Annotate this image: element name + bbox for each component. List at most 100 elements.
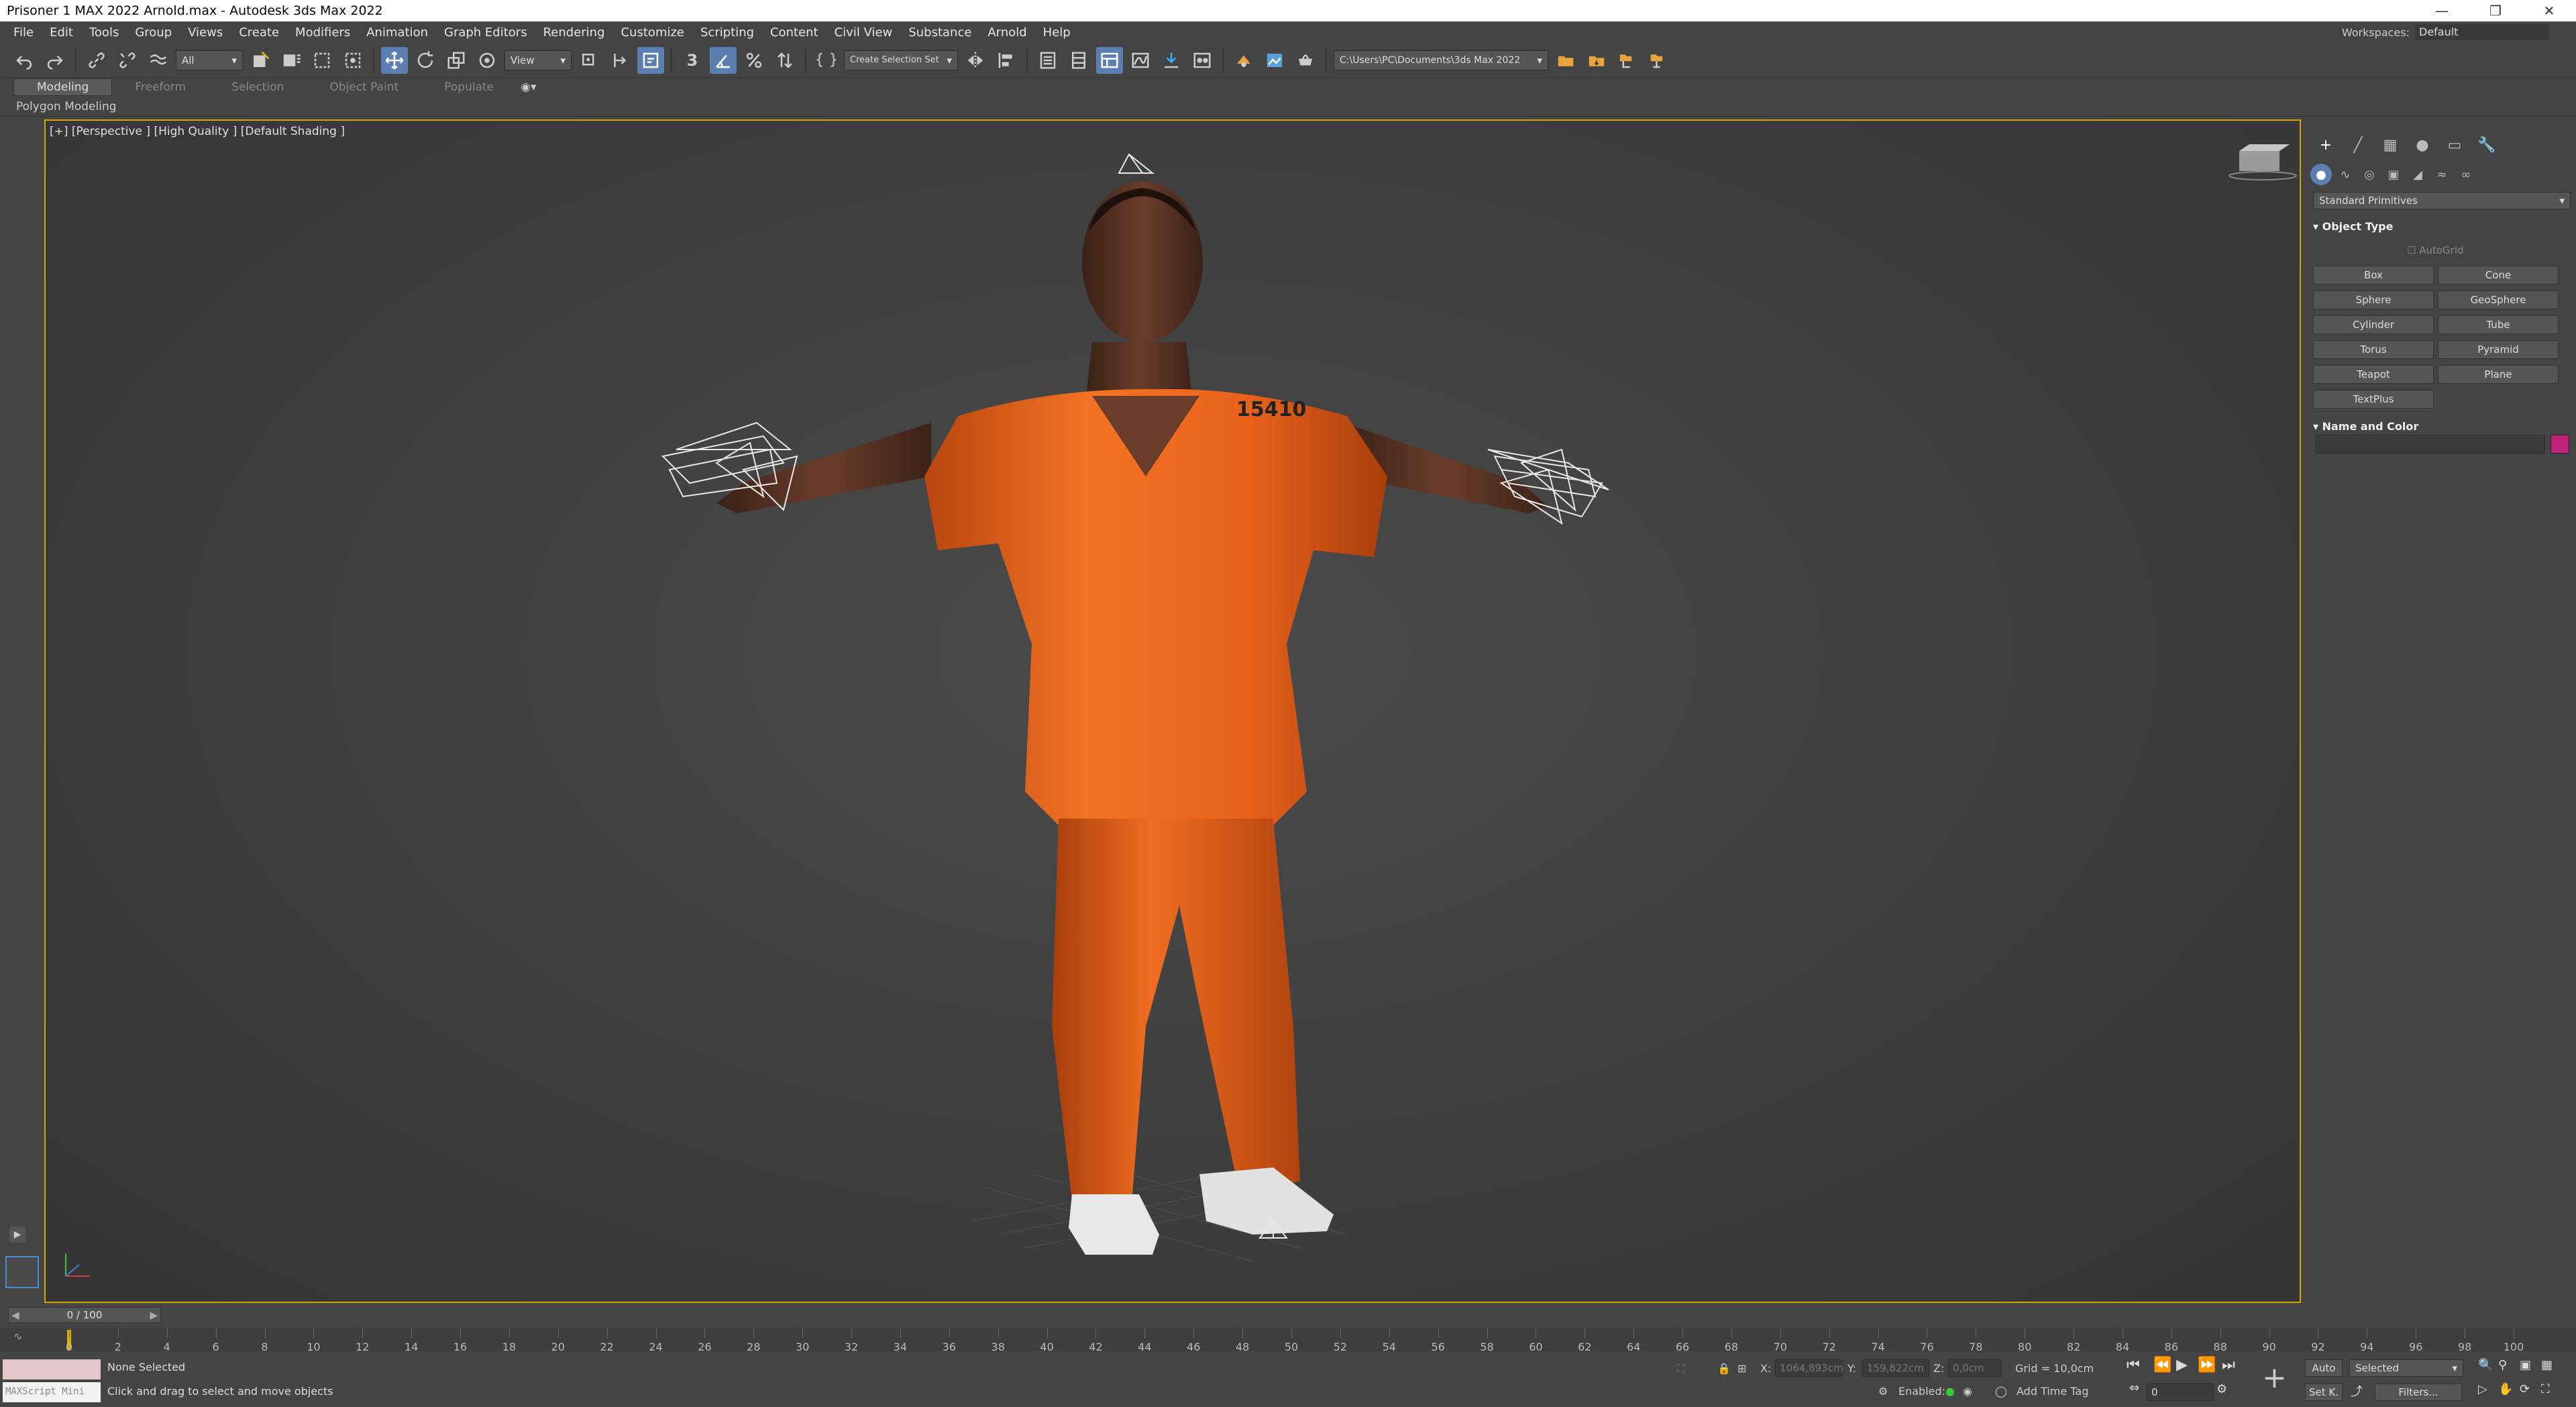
object-type-rollout-header[interactable]: ▾ Object Type [2313, 220, 2393, 233]
cameras-icon[interactable]: ▣ [2383, 164, 2404, 185]
link-icon[interactable] [83, 47, 110, 74]
mirror-icon[interactable] [962, 47, 989, 74]
angle-snap-icon[interactable] [710, 46, 737, 74]
redo-icon[interactable] [42, 47, 68, 74]
align-icon[interactable] [993, 47, 1020, 74]
pan-view-icon[interactable]: ✋ [2498, 1382, 2513, 1396]
teapot-button[interactable]: Teapot [2313, 365, 2434, 384]
toggle-ribbon-icon[interactable] [1096, 46, 1123, 74]
select-manipulate-icon[interactable] [606, 47, 633, 74]
material-editor-icon[interactable] [1189, 47, 1216, 74]
edit-named-selection-icon[interactable]: { } [813, 47, 840, 74]
render-setup-icon[interactable] [1230, 47, 1257, 74]
spinner-snap-icon[interactable] [771, 47, 798, 74]
menu-tools[interactable]: Tools [81, 25, 127, 40]
torus-button[interactable]: Torus [2313, 340, 2434, 359]
primitive-type-dropdown[interactable]: Standard Primitives ▾ [2313, 192, 2571, 209]
object-name-field[interactable] [2316, 435, 2545, 454]
menu-animation[interactable]: Animation [358, 25, 436, 40]
play-icon[interactable]: ▶ [2176, 1357, 2188, 1373]
track-bar[interactable]: ∿ 0 2 4 6 8 10 12 14 16 18 20 22 24 26 28 30 32 34 36 38 40 4… [0, 1328, 2576, 1353]
autogrid-checkbox[interactable]: ☐ AutoGrid [2407, 244, 2464, 256]
current-frame-field[interactable]: 0 [2147, 1384, 2214, 1401]
menu-customize[interactable]: Customize [613, 25, 692, 40]
curve-editor-icon[interactable] [1127, 47, 1154, 74]
menu-edit[interactable]: Edit [42, 25, 81, 40]
add-time-tag[interactable]: Add Time Tag [2017, 1385, 2088, 1398]
menu-scripting[interactable]: Scripting [692, 25, 762, 40]
pivot-center-icon[interactable] [576, 47, 602, 74]
menu-create[interactable]: Create [231, 25, 287, 40]
zoom-extents-icon[interactable]: ▣ [2520, 1358, 2531, 1372]
menu-views[interactable]: Views [180, 25, 231, 40]
menu-graph-editors[interactable]: Graph Editors [436, 25, 535, 40]
time-slider-next-icon[interactable]: ▶ [150, 1308, 158, 1322]
ribbon-options-icon[interactable]: ◉▾ [517, 79, 540, 95]
utilities-icon[interactable]: 🔧 [2474, 133, 2500, 157]
rendered-frame-window-icon[interactable] [1261, 47, 1288, 74]
snaps-toggle-icon[interactable]: 3 [679, 47, 706, 74]
layer-explorer-icon[interactable] [1065, 47, 1092, 74]
motion-icon[interactable]: ● [2410, 133, 2435, 157]
previous-frame-icon[interactable]: ⏪ [2153, 1357, 2171, 1373]
hierarchy-icon[interactable]: ▦ [2377, 133, 2403, 157]
tab-modeling[interactable]: Modeling [13, 79, 113, 96]
key-tangents-icon[interactable]: ⤴ [2351, 1382, 2363, 1400]
y-coordinate-field[interactable]: 159,822cm [1862, 1359, 1929, 1377]
field-of-view-icon[interactable]: ▷ [2478, 1382, 2487, 1396]
key-mode-toggle-icon[interactable]: ⇔ [2129, 1381, 2139, 1395]
filters-button[interactable]: Filters... [2375, 1384, 2462, 1401]
lights-icon[interactable]: ◎ [2359, 164, 2380, 185]
tab-freeform[interactable]: Freeform [112, 79, 209, 95]
set-key-button[interactable]: Set K. [2305, 1384, 2343, 1401]
time-configuration-icon[interactable]: ⚙ [2216, 1382, 2227, 1396]
open-mini-curve-editor-icon[interactable]: ∿ [13, 1330, 40, 1349]
time-tag-icon[interactable]: ◯ [1995, 1385, 2007, 1398]
reference-coordinate-dropdown[interactable]: View ▾ [504, 50, 572, 70]
project-folder-dropdown[interactable]: C:\Users\PC\Documents\3ds Max 2022 ▾ [1334, 50, 1548, 70]
create-icon[interactable]: + [2313, 133, 2339, 157]
next-frame-icon[interactable]: ⏩ [2198, 1357, 2216, 1373]
menu-civil-view[interactable]: Civil View [826, 25, 901, 40]
time-slider-prev-icon[interactable]: ◀ [11, 1308, 19, 1322]
go-to-end-icon[interactable]: ⏭ [2222, 1357, 2235, 1373]
maxscript-mini-input[interactable]: MAXScript Mini [3, 1382, 101, 1402]
isolate-selection-icon[interactable]: ⛶ [1677, 1362, 1684, 1375]
selection-lock-icon[interactable]: 🔒 [1717, 1362, 1731, 1375]
tab-selection[interactable]: Selection [209, 79, 307, 95]
tab-populate[interactable]: Populate [421, 79, 517, 95]
named-selection-set-dropdown[interactable]: Create Selection Set ▾ [844, 50, 958, 70]
cone-button[interactable]: Cone [2438, 266, 2559, 284]
z-coordinate-field[interactable]: 0,0cm [1948, 1359, 2002, 1377]
folder-tree-icon[interactable] [1614, 47, 1641, 74]
cylinder-button[interactable]: Cylinder [2313, 315, 2434, 334]
menu-modifiers[interactable]: Modifiers [287, 25, 358, 40]
zoom-all-icon[interactable]: ⚲ [2498, 1358, 2507, 1372]
maxscript-listener[interactable]: MAXScript Mini [3, 1359, 101, 1404]
shapes-icon[interactable]: ∿ [2334, 164, 2356, 185]
prisoner-character[interactable]: 15410 [716, 181, 1548, 1255]
viewport-layout-thumbnail[interactable] [5, 1256, 39, 1288]
bind-spacewarp-icon[interactable] [145, 47, 172, 74]
polygon-modeling-panel-label[interactable]: Polygon Modeling [16, 100, 117, 113]
time-slider[interactable]: ◀ 0 / 100 ▶ [8, 1307, 161, 1323]
helpers-icon[interactable]: ◢ [2407, 164, 2428, 185]
menu-file[interactable]: File [5, 25, 42, 40]
display-icon[interactable]: ▭ [2442, 133, 2467, 157]
maximize-viewport-icon[interactable]: ⛶ [2541, 1382, 2550, 1396]
menu-substance[interactable]: Substance [900, 25, 979, 40]
rect-selection-icon[interactable] [309, 47, 335, 74]
adaptive-degradation-icon[interactable]: ⚙ [1878, 1385, 1888, 1398]
set-key-icon[interactable]: + [2262, 1361, 2287, 1395]
zoom-extents-all-icon[interactable]: ▦ [2541, 1358, 2553, 1372]
textplus-button[interactable]: TextPlus [2313, 390, 2434, 409]
window-crossing-icon[interactable] [339, 47, 366, 74]
spacewarps-icon[interactable]: ≈ [2431, 164, 2453, 185]
sphere-button[interactable]: Sphere [2313, 291, 2434, 309]
absolute-mode-icon[interactable]: ⊞ [1737, 1362, 1746, 1375]
object-color-swatch[interactable] [2551, 435, 2569, 454]
zoom-icon[interactable]: 🔍 [2478, 1358, 2493, 1372]
menu-arnold[interactable]: Arnold [979, 25, 1034, 40]
tube-button[interactable]: Tube [2438, 315, 2559, 334]
plane-button[interactable]: Plane [2438, 365, 2559, 384]
